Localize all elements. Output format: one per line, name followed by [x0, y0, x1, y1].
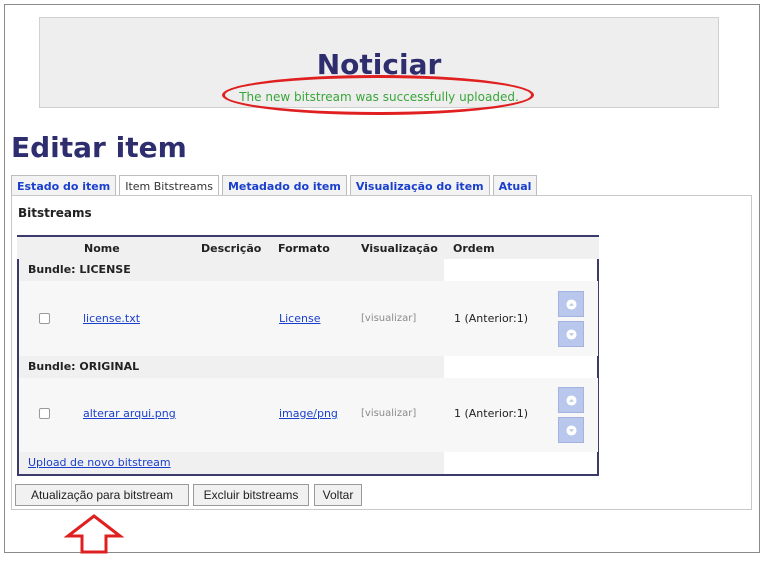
arrow-up-icon [565, 394, 577, 406]
page-title: Editar item [11, 131, 187, 164]
tab-item-metadata[interactable]: Metadado do item [221, 175, 347, 197]
arrow-down-icon [565, 328, 577, 340]
order-value: 1 (Anterior:1) [454, 312, 528, 325]
view-link[interactable]: [visualizar] [361, 313, 416, 324]
col-header-nome: Nome [84, 242, 120, 255]
arrow-up-icon [565, 298, 577, 310]
back-button[interactable]: Voltar [314, 484, 362, 506]
tab-item-view[interactable]: Visualização do item [349, 175, 490, 197]
tab-item-status[interactable]: Estado do item [11, 175, 117, 197]
move-down-button[interactable] [558, 417, 584, 443]
bundle-row-original: Bundle: ORIGINAL [19, 356, 444, 378]
select-checkbox-license[interactable] [39, 313, 50, 324]
view-link[interactable]: [visualizar] [361, 408, 416, 419]
tab-item-bitstreams[interactable]: Item Bitstreams [119, 175, 219, 197]
section-heading: Bitstreams [18, 206, 92, 220]
upload-new-bitstream-link[interactable]: Upload de novo bitstream [28, 456, 171, 469]
table-header: Nome Descrição Formato Visualização Orde… [17, 237, 599, 259]
col-header-formato: Formato [278, 242, 330, 255]
move-up-button[interactable] [558, 387, 584, 413]
order-value: 1 (Anterior:1) [454, 407, 528, 420]
col-header-ordem: Ordem [453, 242, 495, 255]
delete-bitstreams-button[interactable]: Excluir bitstreams [193, 484, 309, 506]
bitstream-format-link[interactable]: License [279, 312, 320, 325]
bitstream-name-link[interactable]: license.txt [83, 312, 140, 325]
col-header-visualizacao: Visualização [361, 242, 438, 255]
bitstream-format-link[interactable]: image/png [279, 407, 338, 420]
bundle-row-license: Bundle: LICENSE [19, 259, 444, 281]
annotation-arrow-icon [64, 514, 124, 554]
highlight-ellipse [222, 75, 534, 115]
col-header-descricao: Descrição [201, 242, 262, 255]
bitstream-name-link[interactable]: alterar arqui.png [83, 407, 176, 420]
select-checkbox-original[interactable] [39, 408, 50, 419]
move-down-button[interactable] [558, 321, 584, 347]
move-up-button[interactable] [558, 291, 584, 317]
tab-bar: Estado do item Item Bitstreams Metadado … [11, 175, 540, 197]
update-bitstream-button[interactable]: Atualização para bitstream [15, 484, 189, 506]
arrow-down-icon [565, 424, 577, 436]
tab-item-current[interactable]: Atual [492, 175, 538, 197]
